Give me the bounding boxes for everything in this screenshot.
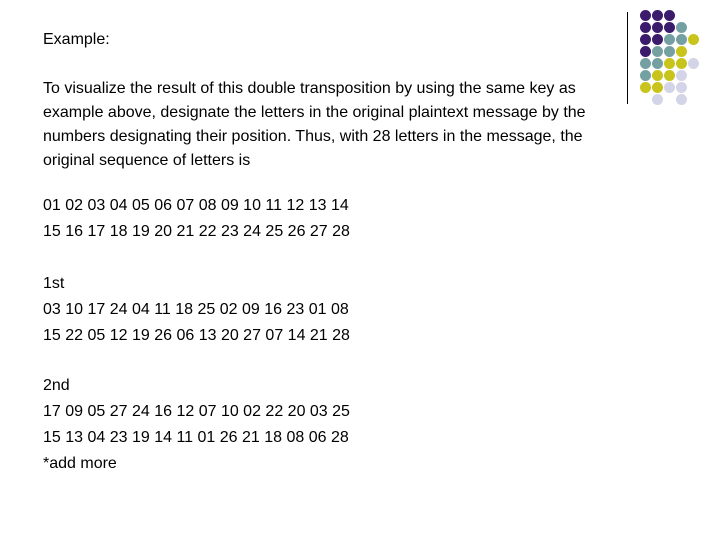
decorative-dot [640,70,651,81]
intro-paragraph: To visualize the result of this double t… [43,77,663,173]
decorative-dot [664,34,675,45]
example-heading: Example: [43,31,110,48]
decorative-dot [652,46,663,57]
decorative-dot [652,10,663,21]
decorative-dot [676,46,687,57]
decorative-dot [640,82,651,93]
decorative-dot-grid [640,10,710,110]
intro-line: To visualize the result of this double t… [43,80,576,97]
sequence-row: 15 13 04 23 19 14 11 01 26 21 18 08 06 2… [43,429,349,446]
decorative-dot [652,58,663,69]
sequence-row: 01 02 03 04 05 06 07 08 09 10 11 12 13 1… [43,197,349,214]
decorative-dot [652,82,663,93]
decorative-dot [664,10,675,21]
decorative-dot [664,58,675,69]
decorative-dot [664,22,675,33]
decorative-dot [676,82,687,93]
decorative-dot [640,46,651,57]
first-transposition: 1st 03 10 17 24 04 11 18 25 02 09 16 23 … [43,271,350,349]
decorative-dot [640,34,651,45]
decorative-dot [664,82,675,93]
decorative-dot [676,22,687,33]
decorative-dot [640,22,651,33]
decorative-dot [664,70,675,81]
decorative-vertical-line [627,12,628,104]
decorative-dot [676,34,687,45]
second-transposition: 2nd 17 09 05 27 24 16 12 07 10 02 22 20 … [43,373,350,477]
decorative-dot [652,94,663,105]
intro-line: original sequence of letters is [43,152,251,169]
decorative-dot [652,34,663,45]
original-sequence: 01 02 03 04 05 06 07 08 09 10 11 12 13 1… [43,193,350,245]
sequence-row: 03 10 17 24 04 11 18 25 02 09 16 23 01 0… [43,301,349,318]
intro-line: example above, designate the letters in … [43,104,586,121]
intro-line: numbers designating their position. Thus… [43,128,583,145]
sequence-row: 17 09 05 27 24 16 12 07 10 02 22 20 03 2… [43,403,350,420]
decorative-dot [676,94,687,105]
decorative-dot [676,70,687,81]
transposition-label: 2nd [43,377,70,394]
decorative-dot [640,10,651,21]
sequence-row: 15 16 17 18 19 20 21 22 23 24 25 26 27 2… [43,223,350,240]
decorative-dot [676,58,687,69]
decorative-dot [664,46,675,57]
decorative-dot [640,58,651,69]
decorative-dot [652,22,663,33]
decorative-dot [652,70,663,81]
transposition-label: 1st [43,275,65,292]
sequence-row: 15 22 05 12 19 26 06 13 20 27 07 14 21 2… [43,327,350,344]
decorative-dot [688,34,699,45]
add-more-note: *add more [43,455,117,472]
decorative-dot [688,58,699,69]
